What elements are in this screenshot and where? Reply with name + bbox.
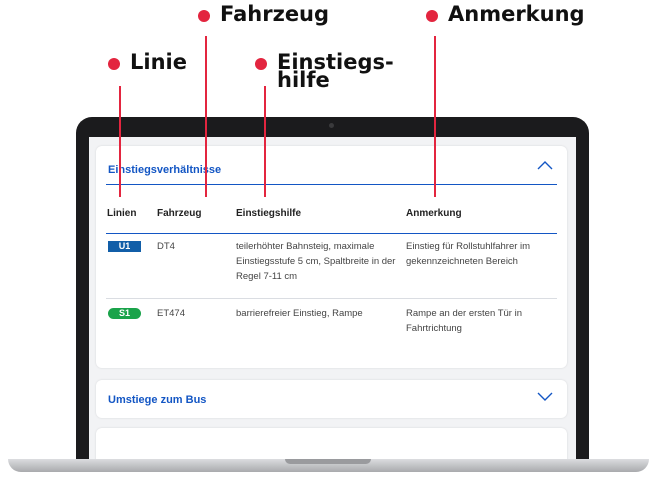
callout-linie: Linie — [108, 50, 187, 74]
divider — [106, 184, 557, 185]
row-divider — [106, 298, 557, 299]
column-header-fahrzeug: Fahrzeug — [157, 208, 202, 219]
column-header-anmerkung: Anmerkung — [406, 208, 462, 219]
accordion-header[interactable]: Einstiegsverhältnisse — [108, 160, 567, 180]
callout-anmerkung: Anmerkung — [426, 2, 585, 26]
divider — [106, 233, 557, 234]
cell-note: Einstieg für Rollstuhlfahrer im gekennze… — [406, 241, 531, 267]
pointer-line-anmerkung — [434, 36, 436, 197]
line-badge-s1: S1 — [108, 308, 141, 319]
cell-vehicle: DT4 — [157, 241, 175, 252]
cell-vehicle: ET474 — [157, 308, 185, 319]
pointer-line-linie — [119, 86, 121, 197]
column-header-linien: Linien — [107, 208, 137, 219]
accordion-next-section[interactable] — [96, 428, 567, 462]
camera-icon — [329, 123, 334, 128]
callout-einstiegshilfe: Einstiegs- hilfe — [255, 50, 394, 92]
accordion-title: Umstiege zum Bus — [108, 394, 207, 406]
laptop-notch — [285, 459, 371, 464]
callout-dot — [255, 58, 267, 70]
chevron-down-icon[interactable] — [537, 392, 553, 402]
accordion-einstiegsverhaeltnisse: Einstiegsverhältnisse Linien Fahrzeug Ei… — [96, 146, 567, 368]
pointer-line-einstiegshilfe — [264, 86, 266, 197]
callout-dot — [198, 10, 210, 22]
callout-label-einstiegshilfe: Einstiegs- hilfe — [277, 50, 394, 92]
pointer-line-fahrzeug — [205, 36, 207, 197]
callout-dot — [108, 58, 120, 70]
callout-label-fahrzeug: Fahrzeug — [220, 2, 330, 26]
callout-label-anmerkung: Anmerkung — [448, 2, 585, 26]
callout-dot — [426, 10, 438, 22]
callout-fahrzeug: Fahrzeug — [198, 2, 330, 26]
cell-aid: barrierefreier Einstieg, Rampe — [236, 308, 363, 319]
line-badge-u1: U1 — [108, 241, 141, 252]
chevron-up-icon[interactable] — [537, 160, 553, 170]
laptop-base — [8, 459, 649, 472]
cell-note: Rampe an der ersten Tür in Fahrtrichtung — [406, 308, 522, 334]
screen: Einstiegsverhältnisse Linien Fahrzeug Ei… — [89, 137, 576, 462]
cell-aid: teilerhöhter Bahnsteig, maximale Einstie… — [236, 241, 396, 282]
accordion-umstiege-bus[interactable]: Umstiege zum Bus — [96, 380, 567, 418]
callout-label-linie: Linie — [130, 50, 187, 74]
laptop-screen-frame: Einstiegsverhältnisse Linien Fahrzeug Ei… — [76, 117, 589, 462]
column-header-einstiegshilfe: Einstiegshilfe — [236, 208, 302, 219]
